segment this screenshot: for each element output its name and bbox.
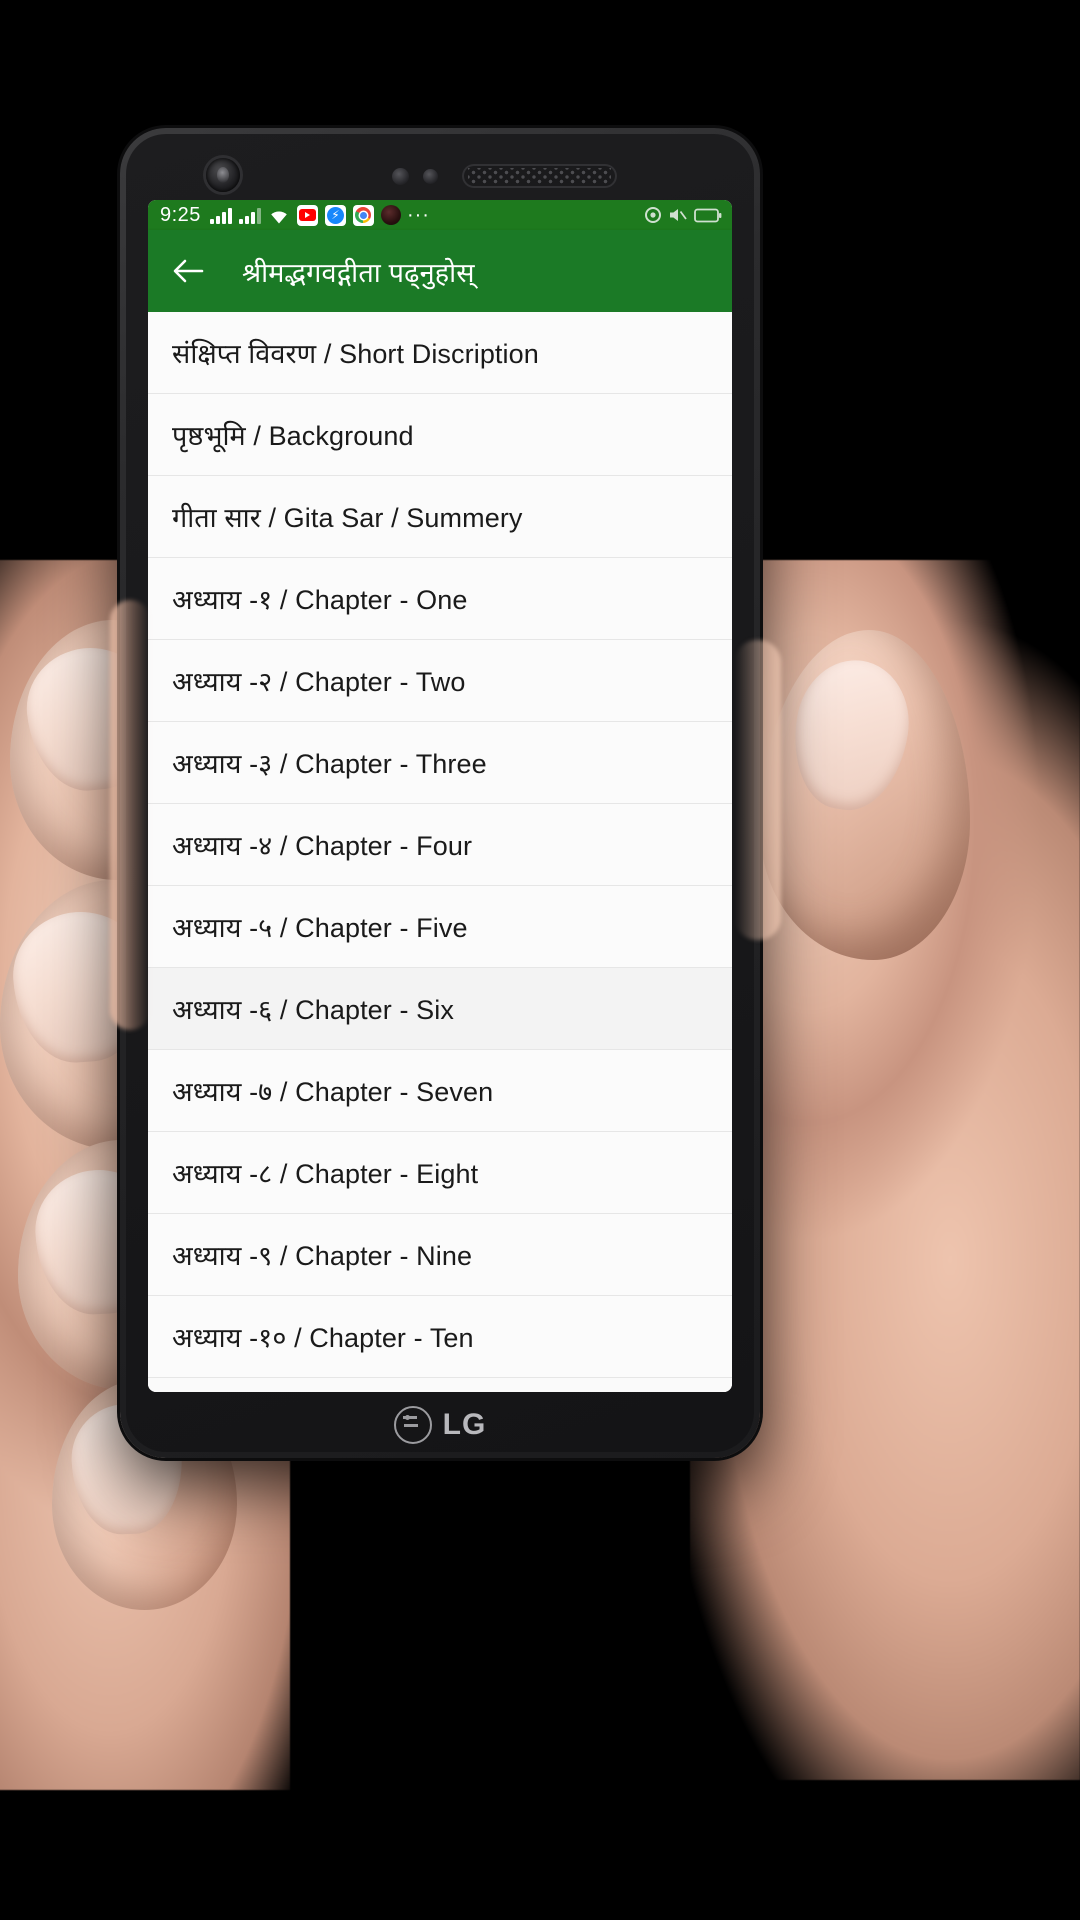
chapter-list[interactable]: संक्षिप्त विवरण / Short Discription पृष्… bbox=[148, 312, 732, 1392]
list-item-label: अध्याय -८ / Chapter - Eight bbox=[172, 1159, 479, 1189]
finger-overlap-left bbox=[110, 600, 150, 1030]
earpiece-speaker bbox=[462, 164, 617, 188]
phone-screen: 9:25 ⚡ ··· श्रीमद्भगवद्गीता पढ्नुहोस् सं… bbox=[148, 200, 732, 1392]
camera-lens-dot bbox=[217, 167, 229, 183]
lg-logo-icon: LG bbox=[393, 1406, 487, 1444]
phone-device: 9:25 ⚡ ··· श्रीमद्भगवद्गीता पढ्नुहोस् सं… bbox=[120, 128, 760, 1458]
list-item[interactable]: अध्याय -८ / Chapter - Eight bbox=[148, 1132, 732, 1214]
status-bar-right-icons bbox=[644, 206, 722, 224]
list-item[interactable]: अध्याय -२ / Chapter - Two bbox=[148, 640, 732, 722]
app-notification-icon bbox=[380, 205, 401, 225]
status-bar: 9:25 ⚡ ··· bbox=[148, 200, 732, 230]
list-item[interactable]: संक्षिप्त विवरण / Short Discription bbox=[148, 312, 732, 394]
more-notifications-icon: ··· bbox=[406, 204, 430, 226]
page-title: श्रीमद्भगवद्गीता पढ्नुहोस् bbox=[242, 257, 475, 288]
chrome-icon bbox=[352, 204, 374, 226]
light-sensor-icon bbox=[423, 169, 438, 184]
list-item-label: अध्याय -३ / Chapter - Three bbox=[172, 749, 487, 779]
list-item-label: अध्याय -९ / Chapter - Nine bbox=[172, 1241, 473, 1271]
wifi-icon bbox=[268, 207, 290, 224]
list-item[interactable]: अध्याय -१ / Chapter - One bbox=[148, 558, 732, 640]
back-button[interactable] bbox=[164, 247, 212, 295]
signal-bars-icon bbox=[238, 207, 261, 224]
signal-bars-icon bbox=[209, 207, 232, 224]
messenger-icon: ⚡ bbox=[324, 204, 346, 226]
volume-mute-icon bbox=[670, 209, 687, 221]
list-item-label: अध्याय -४ / Chapter - Four bbox=[172, 831, 473, 861]
lg-logo-mark bbox=[393, 1406, 432, 1444]
list-item-label: अध्याय -१० / Chapter - Ten bbox=[172, 1323, 474, 1353]
list-item[interactable]: अध्याय -५ / Chapter - Five bbox=[148, 886, 732, 968]
thumb-overlap-right bbox=[735, 640, 781, 940]
lg-logo-text: LG bbox=[442, 1408, 487, 1441]
sync-icon bbox=[645, 207, 661, 223]
status-bar-clock: 9:25 bbox=[160, 204, 201, 226]
battery-icon bbox=[694, 208, 722, 222]
list-item[interactable]: अध्याय -३ / Chapter - Three bbox=[148, 722, 732, 804]
list-item[interactable]: अध्याय -६ / Chapter - Six bbox=[148, 968, 732, 1050]
front-camera-icon bbox=[206, 158, 240, 192]
list-item-label: पृष्ठभूमि / Background bbox=[172, 421, 414, 451]
list-item[interactable]: अध्याय -४ / Chapter - Four bbox=[148, 804, 732, 886]
youtube-icon bbox=[296, 204, 318, 226]
list-item-label: अध्याय -१ / Chapter - One bbox=[172, 585, 468, 615]
list-item[interactable]: पृष्ठभूमि / Background bbox=[148, 394, 732, 476]
photo-background: 9:25 ⚡ ··· श्रीमद्भगवद्गीता पढ्नुहोस् सं… bbox=[0, 0, 1080, 1920]
list-item-label: अध्याय -५ / Chapter - Five bbox=[172, 913, 468, 943]
list-item-label: अध्याय -२ / Chapter - Two bbox=[172, 667, 466, 697]
app-bar: श्रीमद्भगवद्गीता पढ्नुहोस् bbox=[148, 230, 732, 312]
list-item-label: अध्याय -७ / Chapter - Seven bbox=[172, 1077, 494, 1107]
phone-chin: LG bbox=[120, 1392, 760, 1458]
list-item[interactable]: अध्याय -१० / Chapter - Ten bbox=[148, 1296, 732, 1378]
list-item[interactable]: गीता सार / Gita Sar / Summery bbox=[148, 476, 732, 558]
list-item-label: अध्याय -६ / Chapter - Six bbox=[172, 995, 454, 1025]
list-item-label: गीता सार / Gita Sar / Summery bbox=[172, 503, 523, 533]
back-arrow-icon bbox=[173, 259, 204, 283]
list-item-label: संक्षिप्त विवरण / Short Discription bbox=[172, 339, 539, 369]
list-item[interactable]: अध्याय -७ / Chapter - Seven bbox=[148, 1050, 732, 1132]
list-item[interactable]: अध्याय -९ / Chapter - Nine bbox=[148, 1214, 732, 1296]
proximity-sensor-icon bbox=[392, 168, 409, 185]
